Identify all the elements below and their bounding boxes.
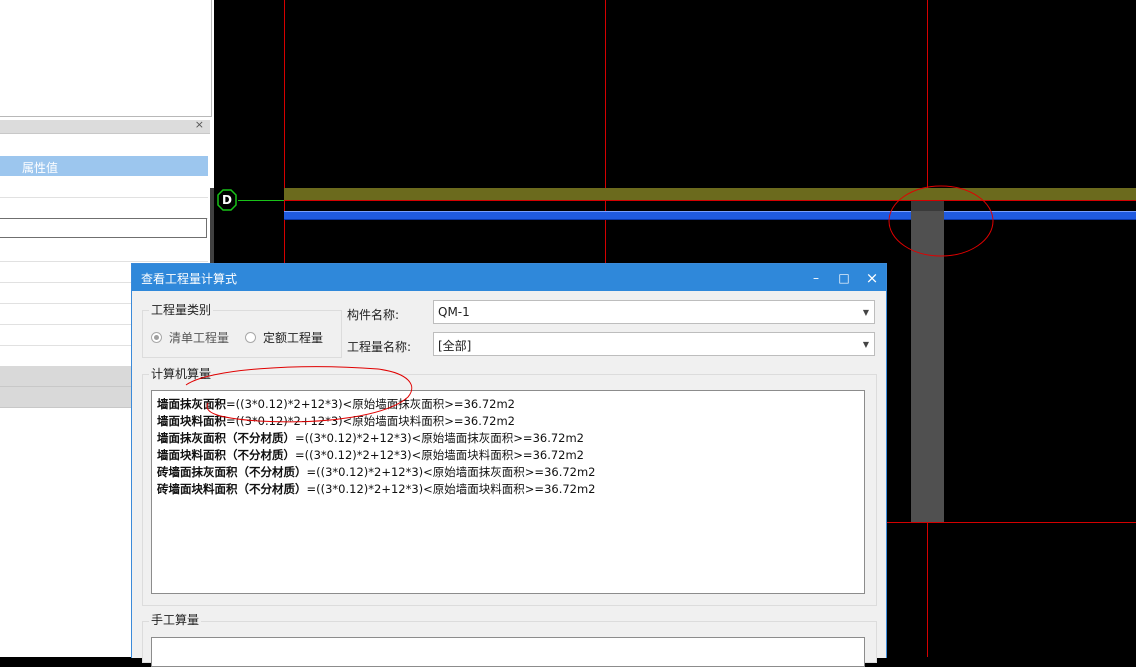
property-grid-header: 属性值: [0, 156, 208, 176]
bill-quantity-label: 清单工程量: [169, 331, 230, 345]
property-row[interactable]: [0, 241, 208, 262]
calc-line: 墙面块料面积（不分材质）=((3*0.12)*2+12*3)<原始墙面块料面积>…: [157, 448, 585, 462]
bill-quantity-radio[interactable]: 清单工程量: [151, 329, 229, 346]
quantity-name-value: [全部]: [438, 339, 472, 353]
minimize-button[interactable]: –: [803, 267, 829, 289]
property-panel-close-icon[interactable]: ×: [195, 118, 204, 131]
manual-calc-textarea[interactable]: [151, 637, 865, 667]
component-name-select[interactable]: QM-1 ▼: [433, 300, 875, 324]
grid-axis-line: [238, 200, 285, 201]
annotation-ellipse: [185, 366, 413, 423]
quota-quantity-radio[interactable]: 定额工程量: [245, 329, 323, 346]
close-button[interactable]: ×: [859, 267, 885, 289]
wall-outline: [284, 200, 1136, 201]
radio-checked-icon: [151, 332, 162, 343]
highlight-ellipse: [888, 185, 994, 257]
dialog-titlebar[interactable]: 查看工程量计算式 – □ ×: [132, 264, 886, 291]
property-edit-field[interactable]: [0, 218, 207, 238]
calc-line: 墙面抹灰面积（不分材质）=((3*0.12)*2+12*3)<原始墙面抹灰面积>…: [157, 431, 585, 445]
wall-face-highlight[interactable]: [284, 211, 1136, 220]
axis-label-text: D: [222, 193, 232, 207]
dialog-title: 查看工程量计算式: [141, 272, 238, 286]
quantity-name-select[interactable]: [全部] ▼: [433, 332, 875, 356]
property-value-column-header: 属性值: [22, 161, 59, 175]
radio-unchecked-icon: [245, 332, 256, 343]
chevron-down-icon: ▼: [862, 308, 869, 317]
quantity-formula-dialog: 查看工程量计算式 – □ × 工程量类别 清单工程量 定额工程量 构件名称: Q…: [131, 263, 887, 667]
property-row[interactable]: [0, 177, 208, 198]
chevron-down-icon: ▼: [862, 340, 869, 349]
component-name-value: QM-1: [438, 305, 470, 319]
quantity-name-label: 工程量名称:: [347, 340, 412, 354]
manual-calc-title: 手工算量: [149, 611, 202, 628]
navigation-tree-area[interactable]: [0, 0, 212, 117]
quota-quantity-label: 定额工程量: [263, 331, 324, 345]
property-row[interactable]: [0, 198, 208, 219]
property-panel-header: ×: [0, 118, 210, 134]
axis-label-d[interactable]: D: [217, 189, 237, 211]
quantity-type-title: 工程量类别: [149, 301, 214, 318]
component-name-label: 构件名称:: [347, 308, 400, 322]
calc-line: 砖墙面块料面积（不分材质）=((3*0.12)*2+12*3)<原始墙面块料面积…: [157, 482, 596, 496]
wall-top-surface[interactable]: [284, 188, 1136, 200]
maximize-button[interactable]: □: [831, 267, 857, 289]
grid-line: [884, 522, 1136, 523]
calc-line: 砖墙面抹灰面积（不分材质）=((3*0.12)*2+12*3)<原始墙面抹灰面积…: [157, 465, 596, 479]
